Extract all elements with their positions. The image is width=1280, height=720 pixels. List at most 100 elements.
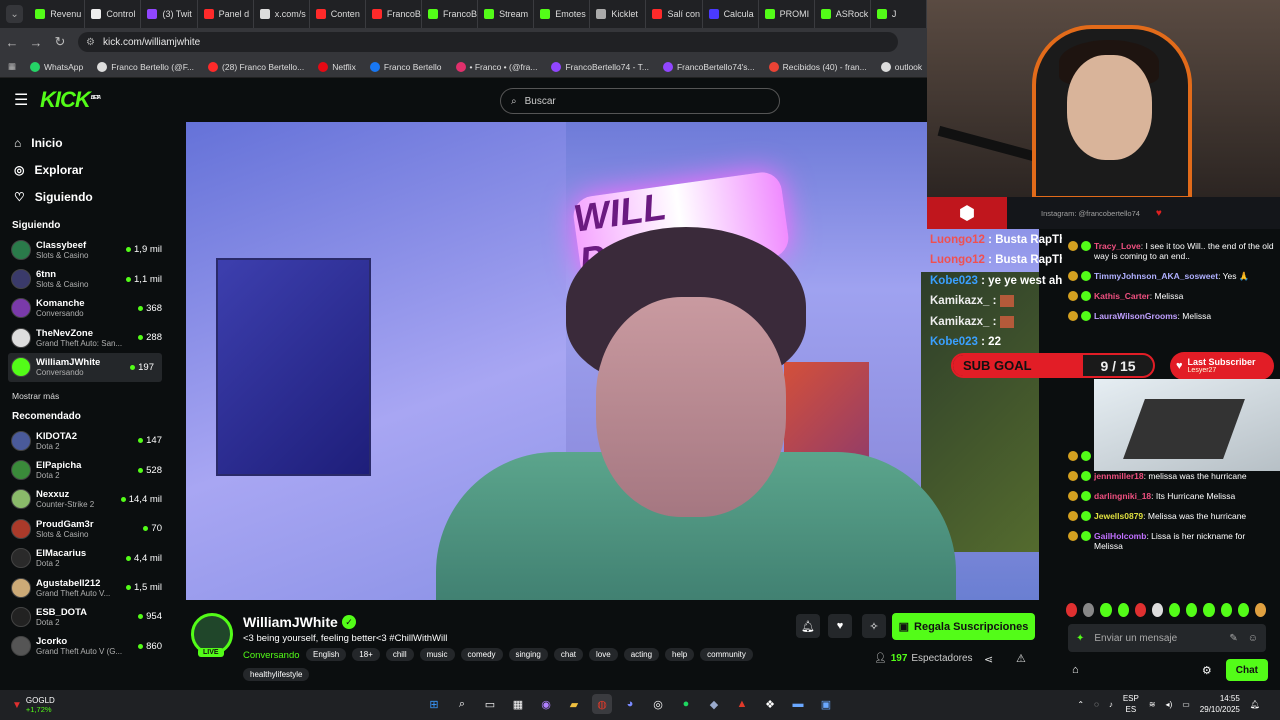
chrome-icon[interactable]: ◍ [592, 694, 612, 714]
stream-tag[interactable]: acting [623, 648, 660, 661]
browser-tab[interactable]: PROMI [759, 0, 815, 28]
stream-tag[interactable]: music [419, 648, 455, 661]
browser-tab[interactable]: Control [85, 0, 142, 28]
browser-tab[interactable]: Revenu [29, 0, 86, 28]
bookmark-item[interactable]: FrancoBertello74 - T... [551, 61, 649, 72]
notification-icon[interactable]: 🔔︎ [1250, 700, 1260, 709]
emote-icon[interactable] [1083, 603, 1095, 617]
back-icon[interactable]: ← [0, 35, 24, 50]
browser-tab[interactable]: Stream [478, 0, 535, 28]
obs-icon[interactable]: ◎ [648, 694, 668, 714]
sidebar-channel[interactable]: Komanche Conversando 368 [0, 294, 170, 323]
discord-icon[interactable]: ◕ [620, 694, 640, 714]
emote-icon[interactable] [1169, 603, 1181, 617]
follow-heart-icon[interactable]: ♥ [828, 614, 852, 638]
volume-icon[interactable]: ◂) [1166, 700, 1173, 709]
sidebar-channel[interactable]: WilliamJWhite Conversando 197 [8, 352, 162, 382]
browser-tab[interactable]: Conten [310, 0, 366, 28]
chat-username[interactable]: darlingniki_18 [1094, 491, 1151, 501]
stream-category[interactable]: Conversando [243, 650, 300, 661]
bookmark-item[interactable]: • Franco • (@fra... [455, 61, 537, 72]
browser-tab[interactable]: x.com/s [254, 0, 310, 28]
network-icon[interactable]: ◌ [1094, 700, 1099, 709]
sidebar-channel[interactable]: ESB_DOTA Dota 2 954 [0, 602, 170, 631]
stream-tag[interactable]: community [700, 648, 753, 661]
forward-icon[interactable]: → [24, 35, 48, 50]
language-indicator[interactable]: ESP ES [1123, 693, 1139, 715]
bookmark-item[interactable]: outlook [880, 61, 922, 72]
chat-username[interactable]: Jewells0879 [1094, 511, 1143, 521]
search-icon[interactable]: ⌕ [452, 694, 472, 714]
sidebar-channel[interactable]: ElPapicha Dota 2 528 [0, 455, 170, 484]
mic-icon[interactable]: ♪ [1109, 700, 1113, 709]
chat-send-button[interactable]: Chat [1225, 659, 1268, 681]
store-icon[interactable]: ▦ [508, 694, 528, 714]
app-icon[interactable]: ◉ [536, 694, 556, 714]
steam-icon[interactable]: ◆ [704, 694, 724, 714]
windows-start-icon[interactable]: ⊞ [424, 694, 444, 714]
stream-tag[interactable]: healthylifestyle [243, 668, 310, 681]
emote-icon[interactable] [1117, 603, 1129, 617]
browser-tab[interactable]: FrancoB [422, 0, 479, 28]
stream-tag[interactable]: help [665, 648, 695, 661]
emote-icon[interactable] [1151, 603, 1164, 617]
emote-icon[interactable] [1203, 603, 1215, 617]
monitor-icon[interactable]: ▬ [788, 694, 808, 714]
browser-tab[interactable]: Panel d [198, 0, 254, 28]
chat-username[interactable]: TimmyJohnson_AKA_sosweet [1094, 271, 1218, 281]
chat-username[interactable]: GailHolcomb [1094, 531, 1146, 541]
emote-icon[interactable] [1100, 603, 1112, 617]
store-icon[interactable]: ⌂ [1072, 664, 1079, 676]
show-more-link[interactable]: Mostrar más [0, 391, 170, 401]
bookmark-item[interactable]: Franco Bertello (@F... [97, 61, 194, 72]
sidebar-channel[interactable]: ProudGam3r Slots & Casino 70 [0, 514, 170, 543]
menu-icon[interactable]: ☰ [14, 90, 28, 110]
stream-tag[interactable]: singing [508, 648, 548, 661]
apps-icon[interactable]: ▦ [8, 61, 16, 72]
chat-username[interactable]: Kathis_Carter [1094, 291, 1150, 301]
emote-icon[interactable] [1220, 603, 1232, 617]
browser-tab[interactable]: Kicklet [590, 0, 647, 28]
emote-icon[interactable] [1254, 603, 1267, 617]
sidebar-nav-item[interactable]: ⌂ Inicio [0, 129, 170, 156]
warning-icon[interactable]: ⚠ [1016, 652, 1026, 665]
streamer-name[interactable]: WilliamJWhite [243, 614, 338, 630]
stream-tag[interactable]: chat [553, 648, 583, 661]
sidebar-channel[interactable]: Agustabell212 Grand Theft Auto V... 1,5 mi… [0, 573, 170, 602]
clock[interactable]: 14:55 29/10/2025 [1200, 693, 1240, 715]
emote-icon[interactable] [1066, 603, 1078, 617]
sidebar-channel[interactable]: Nexxuz Counter-Strike 2 14,4 mil [0, 485, 170, 514]
emote-icon[interactable] [1186, 603, 1198, 617]
stream-tag[interactable]: comedy [460, 648, 503, 661]
sidebar-channel[interactable]: TheNevZone Grand Theft Auto: San... 288 [0, 323, 170, 352]
task-view-icon[interactable]: ▭ [480, 694, 500, 714]
bell-icon[interactable]: 🔔︎ [796, 614, 820, 638]
browser-tab[interactable]: (3) Twit [141, 0, 198, 28]
sidebar-channel[interactable]: ElMacarius Dota 2 4,4 mil [0, 544, 170, 573]
kick-logo[interactable]: KICKBETA [40, 87, 101, 113]
stock-widget[interactable]: ▼ GOGLD +1,72% [12, 696, 55, 714]
bookmark-item[interactable]: WhatsApp [30, 61, 83, 72]
chat-username[interactable]: LauraWilsonGrooms [1094, 311, 1178, 321]
site-info-icon[interactable]: ⚙ [86, 37, 95, 48]
sidebar-channel[interactable]: KIDOTA2 Dota 2 147 [0, 426, 170, 455]
wifi-icon[interactable]: ≋ [1149, 700, 1156, 709]
browser-tab[interactable]: Emotes [534, 0, 591, 28]
app-icon[interactable]: ▣ [816, 694, 836, 714]
browser-tab[interactable]: J [871, 0, 927, 28]
battery-icon[interactable]: ▭ [1182, 700, 1190, 709]
sidebar-channel[interactable]: 6tnn Slots & Casino 1,1 mil [0, 264, 170, 293]
bookmark-item[interactable]: FrancoBertello74's... [662, 61, 755, 72]
sidebar-nav-item[interactable]: ♡ Siguiendo [0, 183, 170, 210]
browser-tab[interactable]: Salí con [646, 0, 703, 28]
emote-icon[interactable] [1237, 603, 1249, 617]
spotify-icon[interactable]: ● [676, 694, 696, 714]
chat-username[interactable]: Tracy_Love [1094, 241, 1141, 251]
sidebar-nav-item[interactable]: ◎ Explorar [0, 156, 170, 183]
stream-tag[interactable]: chill [385, 648, 414, 661]
tab-search-button[interactable]: ⌄ [6, 5, 24, 23]
bookmark-item[interactable]: Franco Bertello [369, 61, 442, 72]
app-icon[interactable]: ▲ [732, 694, 752, 714]
app-icon[interactable]: ❖ [760, 694, 780, 714]
chat-username[interactable]: jennmiller18 [1094, 471, 1144, 481]
